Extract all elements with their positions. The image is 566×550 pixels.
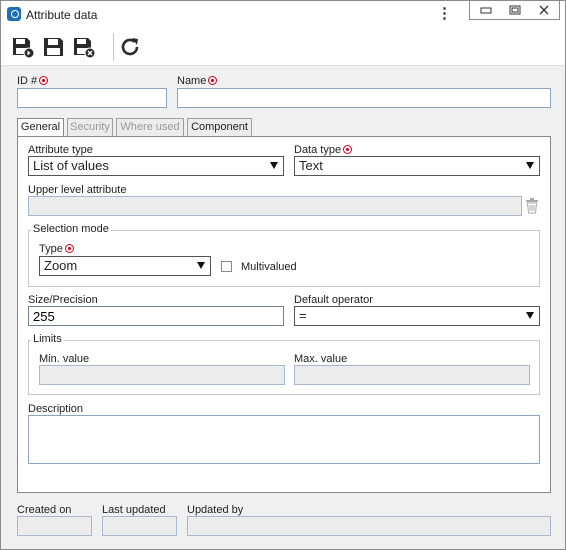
limits-group: Limits Min. value Max. value [28, 333, 540, 395]
max-value-input [294, 365, 530, 385]
selection-type-select[interactable]: Zoom [39, 256, 211, 276]
refresh-icon [121, 38, 139, 56]
save-and-new-icon [13, 38, 35, 59]
toolbar [1, 29, 565, 66]
default-operator-select[interactable]: = [294, 306, 540, 326]
kebab-menu-icon[interactable]: ⋮ [437, 5, 452, 23]
multivalued-label: Multivalued [241, 261, 297, 273]
default-operator-value: = [299, 308, 307, 323]
selection-type-value: Zoom [44, 258, 78, 273]
restore-button[interactable] [501, 1, 528, 18]
tab-general[interactable]: General [17, 118, 64, 137]
created-on-label: Created on [17, 504, 72, 516]
limits-title: Limits [31, 333, 64, 345]
title-bar: Attribute data ⋮ [1, 1, 565, 29]
minimize-button[interactable] [472, 1, 499, 18]
refresh-button[interactable] [118, 35, 142, 59]
tab-where-used[interactable]: Where used [116, 118, 184, 136]
multivalued-checkbox[interactable] [221, 261, 232, 272]
chevron-down-icon [526, 162, 534, 169]
minimize-icon [480, 7, 491, 13]
toolbar-separator [113, 33, 114, 61]
last-updated-label: Last updated [102, 504, 166, 516]
required-icon [64, 244, 74, 253]
min-value-label: Min. value [39, 353, 90, 365]
required-icon [39, 76, 49, 85]
general-panel: Attribute type List of values Data type … [17, 136, 551, 493]
required-icon [208, 76, 218, 85]
data-type-value: Text [299, 158, 323, 173]
upper-level-attribute-label: Upper level attribute [28, 184, 127, 196]
selection-mode-title: Selection mode [31, 223, 111, 235]
size-precision-label: Size/Precision [28, 294, 98, 306]
save-and-close-icon [74, 38, 96, 59]
selection-type-label: Type [39, 243, 74, 255]
selection-mode-group: Selection mode Type Zoom Multivalued [28, 223, 540, 287]
default-operator-label: Default operator [294, 294, 373, 306]
save-button[interactable] [42, 35, 66, 59]
close-icon [539, 5, 548, 14]
tab-component[interactable]: Component [187, 118, 252, 136]
attribute-type-select[interactable]: List of values [28, 156, 284, 176]
tab-security[interactable]: Security [67, 118, 113, 136]
app-icon [7, 7, 21, 21]
description-label: Description [28, 403, 84, 415]
trash-icon [526, 198, 538, 214]
save-and-new-button[interactable] [11, 35, 35, 59]
size-precision-input[interactable] [28, 306, 284, 326]
attribute-type-label: Attribute type [28, 144, 93, 156]
id-input[interactable] [17, 88, 167, 108]
updated-by-input [187, 516, 551, 536]
description-textarea[interactable] [28, 415, 540, 464]
chevron-down-icon [270, 162, 278, 169]
chevron-down-icon [197, 262, 205, 269]
name-input[interactable] [177, 88, 551, 108]
window-title: Attribute data [26, 8, 98, 22]
name-label: Name [177, 75, 218, 87]
max-value-label: Max. value [294, 353, 348, 365]
save-and-close-button[interactable] [72, 35, 96, 59]
restore-icon [509, 5, 520, 14]
upper-level-attribute-input [28, 196, 522, 216]
last-updated-input [102, 516, 177, 536]
chevron-down-icon [526, 312, 534, 319]
close-button[interactable] [530, 1, 557, 18]
clear-upper-level-button[interactable] [525, 198, 539, 217]
required-icon [343, 145, 353, 154]
id-label: ID # [17, 75, 49, 87]
created-on-input [17, 516, 92, 536]
attribute-data-window: Attribute data ⋮ ID # Name General Secur… [0, 0, 566, 550]
window-controls [469, 1, 560, 20]
updated-by-label: Updated by [187, 504, 244, 516]
min-value-input [39, 365, 285, 385]
data-type-select[interactable]: Text [294, 156, 540, 176]
save-icon [44, 38, 63, 56]
data-type-label: Data type [294, 144, 353, 156]
attribute-type-value: List of values [33, 158, 109, 173]
